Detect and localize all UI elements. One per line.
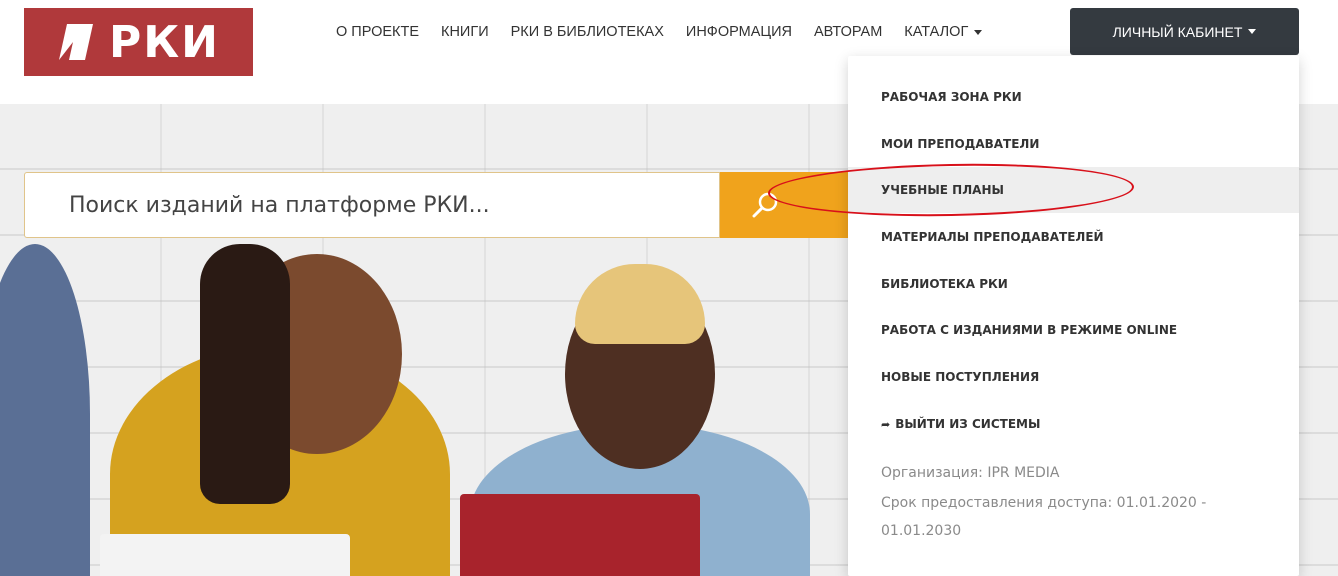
hero-book-red	[460, 494, 700, 576]
logo-mark-icon	[58, 24, 93, 60]
hero-book-white	[100, 534, 350, 576]
menu-item-new-arrivals[interactable]: НОВЫЕ ПОСТУПЛЕНИЯ	[848, 354, 1299, 400]
search-icon	[752, 192, 778, 218]
personal-cabinet-dropdown: РАБОЧАЯ ЗОНА РКИ МОИ ПРЕПОДАВАТЕЛИ УЧЕБН…	[848, 56, 1299, 576]
logo-text: РКИ	[108, 16, 221, 68]
chevron-down-icon	[974, 29, 983, 35]
access-period-line1: Срок предоставления доступа: 01.01.2020 …	[881, 495, 1207, 511]
nav-item-catalog[interactable]: КАТАЛОГ	[904, 22, 983, 42]
personal-cabinet-label: ЛИЧНЫЙ КАБИНЕТ	[1112, 23, 1243, 40]
hero-person-woman-hair	[200, 244, 290, 504]
menu-item-work-zone[interactable]: РАБОЧАЯ ЗОНА РКИ	[848, 74, 1299, 120]
organization-text: Организация: IPR MEDIA	[881, 465, 1060, 481]
logout-label: ВЫЙТИ ИЗ СИСТЕМЫ	[895, 417, 1041, 431]
menu-item-study-plans[interactable]: УЧЕБНЫЕ ПЛАНЫ	[848, 167, 1299, 213]
main-nav: О ПРОЕКТЕ КНИГИ РКИ В БИБЛИОТЕКАХ ИНФОРМ…	[336, 22, 983, 42]
nav-item-catalog-label: КАТАЛОГ	[904, 24, 969, 40]
menu-item-online-work[interactable]: РАБОТА С ИЗДАНИЯМИ В РЕЖИМЕ ONLINE	[848, 307, 1299, 353]
menu-item-teacher-materials[interactable]: МАТЕРИАЛЫ ПРЕПОДАВАТЕЛЕЙ	[848, 214, 1299, 260]
search-input[interactable]	[69, 192, 719, 218]
search-box	[24, 172, 720, 238]
personal-cabinet-button[interactable]: ЛИЧНЫЙ КАБИНЕТ	[1070, 8, 1299, 55]
logo[interactable]: РКИ	[24, 8, 253, 76]
access-period-line2: 01.01.2030	[881, 523, 962, 539]
logout-icon: ➦	[881, 417, 891, 431]
nav-item-books[interactable]: КНИГИ	[441, 22, 489, 42]
nav-item-information[interactable]: ИНФОРМАЦИЯ	[686, 22, 792, 42]
menu-item-library[interactable]: БИБЛИОТЕКА РКИ	[848, 261, 1299, 307]
menu-item-my-teachers[interactable]: МОИ ПРЕПОДАВАТЕЛИ	[848, 121, 1299, 167]
nav-item-about[interactable]: О ПРОЕКТЕ	[336, 22, 419, 42]
nav-item-authors[interactable]: АВТОРАМ	[814, 22, 882, 42]
chevron-down-icon	[1248, 29, 1257, 34]
menu-item-logout[interactable]: ➦ ВЫЙТИ ИЗ СИСТЕМЫ	[848, 401, 1299, 447]
nav-item-libraries[interactable]: РКИ В БИБЛИОТЕКАХ	[511, 22, 664, 42]
